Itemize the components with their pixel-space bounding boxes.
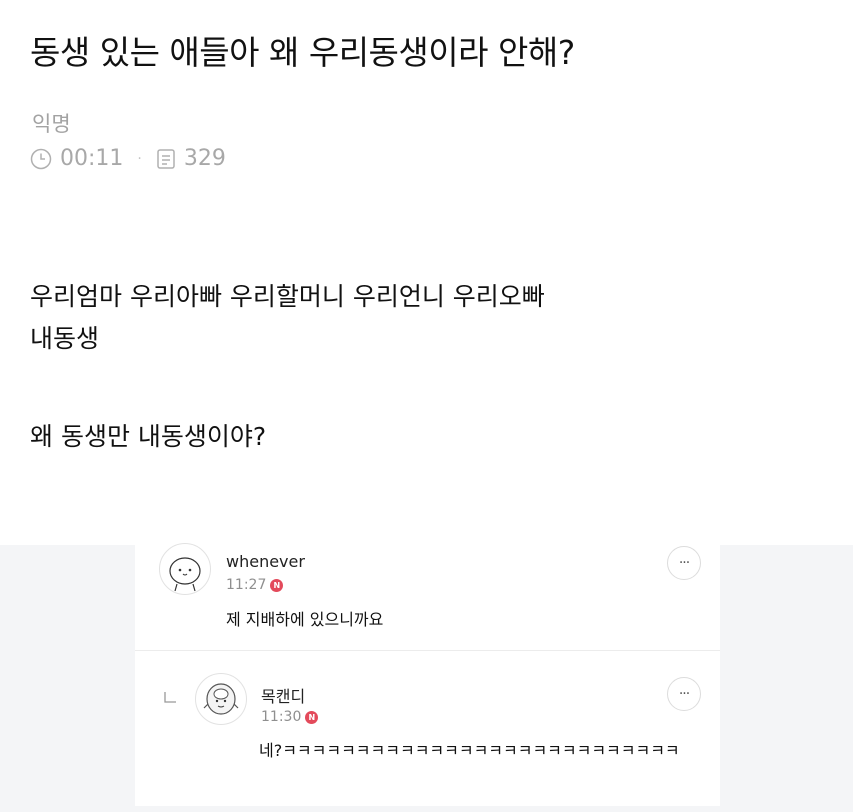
post-paragraph: 우리엄마 우리아빠 우리할머니 우리언니 우리오빠 [30, 282, 545, 311]
character-avatar-icon [169, 557, 201, 592]
comment-time-row: 11:30 N [261, 709, 319, 725]
comment-time: 11:30 [261, 709, 302, 725]
background-panel [135, 806, 720, 812]
background-panel [720, 545, 853, 812]
meta-separator: · [137, 150, 142, 167]
background-panel [0, 545, 135, 812]
new-badge: N [305, 710, 319, 724]
user-avatar[interactable] [195, 673, 247, 725]
new-badge: N [270, 578, 284, 592]
comment: whenever 11:27 N 제 지배하에 있으니까요 ··· [135, 530, 720, 651]
comment-username[interactable]: whenever [226, 552, 305, 571]
comment-time-row: 11:27 N [226, 577, 284, 593]
post-paragraph: 왜 동생만 내동생이야? [30, 422, 267, 451]
post-author[interactable]: 익명 [32, 108, 71, 138]
more-options-button[interactable]: ··· [667, 677, 701, 711]
more-options-button[interactable]: ··· [667, 546, 701, 580]
comment-username[interactable]: 목캔디 [261, 683, 305, 707]
post-title: 동생 있는 애들아 왜 우리동생이라 안해? [30, 33, 575, 72]
comment-text: 제 지배하에 있으니까요 [226, 610, 384, 629]
comment-section: whenever 11:27 N 제 지배하에 있으니까요 ··· 목캔디 11… [135, 530, 720, 806]
post-body: 우리엄마 우리아빠 우리할머니 우리언니 우리오빠 내동생 왜 동생만 내동생이… [30, 276, 545, 458]
post-paragraph: 내동생 [30, 324, 100, 353]
view-count: 329 [183, 146, 226, 171]
reply-comment: 목캔디 11:30 N 네?ㅋㅋㅋㅋㅋㅋㅋㅋㅋㅋㅋㅋㅋㅋㅋㅋㅋㅋㅋㅋㅋㅋㅋㅋㅋㅋ… [135, 652, 720, 806]
comment-time: 11:27 [226, 577, 267, 593]
user-avatar[interactable] [159, 543, 211, 595]
character-avatar-icon [203, 683, 239, 715]
reply-arrow-icon [164, 692, 176, 703]
clock-icon [30, 148, 52, 169]
document-icon [157, 148, 175, 169]
post-time: 00:11 [60, 146, 124, 171]
post-meta: 00:11 · 329 [30, 146, 226, 171]
comment-text: 네?ㅋㅋㅋㅋㅋㅋㅋㅋㅋㅋㅋㅋㅋㅋㅋㅋㅋㅋㅋㅋㅋㅋㅋㅋㅋㅋㅋ [259, 741, 680, 760]
